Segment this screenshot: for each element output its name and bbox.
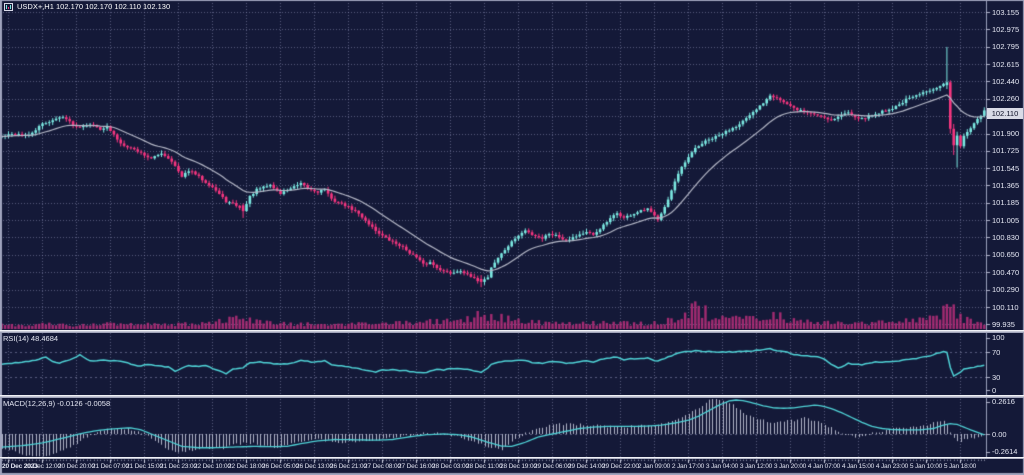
chart-canvas[interactable] bbox=[0, 0, 1024, 475]
macd-label-text: MACD(12,26,9) -0.0126 -0.0058 bbox=[3, 399, 110, 408]
panel-divider-rsi[interactable] bbox=[0, 330, 1024, 333]
panel-divider-macd[interactable] bbox=[0, 395, 1024, 398]
current-price-value: 102.110 bbox=[992, 109, 1019, 118]
time-axis-divider[interactable] bbox=[0, 457, 1024, 459]
current-price-box: 102.110 bbox=[987, 108, 1023, 119]
macd-indicator-label: MACD(12,26,9) -0.0126 -0.0058 bbox=[3, 399, 110, 408]
candlestick-chart-icon bbox=[4, 3, 13, 11]
rsi-label-text: RSI(14) 48.4684 bbox=[3, 334, 58, 343]
rsi-indicator-label: RSI(14) 48.4684 bbox=[3, 334, 58, 343]
chart-title-text: USDX+,H1 102.170 102.170 102.110 102.130 bbox=[17, 2, 170, 11]
chart-window: USDX+,H1 102.170 102.170 102.110 102.130… bbox=[0, 0, 1024, 475]
chart-title: USDX+,H1 102.170 102.170 102.110 102.130 bbox=[4, 2, 170, 11]
